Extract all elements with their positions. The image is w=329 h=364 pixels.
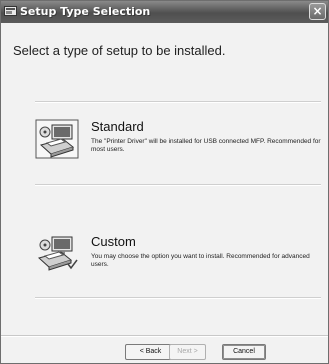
footer-divider <box>1 335 328 337</box>
close-button[interactable]: × <box>309 3 326 20</box>
divider <box>35 184 321 186</box>
title-bar[interactable]: Setup Type Selection × <box>1 1 328 23</box>
setup-app-icon <box>4 6 17 16</box>
option-custom-title: Custom <box>91 234 136 249</box>
option-standard-description: The "Printer Driver" will be installed f… <box>91 138 321 153</box>
printer-setup-custom-icon[interactable] <box>35 234 79 274</box>
page-heading: Select a type of setup to be installed. <box>13 43 226 58</box>
printer-setup-standard-icon[interactable] <box>35 119 79 159</box>
option-standard-title: Standard <box>91 119 144 134</box>
next-button[interactable]: Next > <box>169 344 206 360</box>
cancel-button[interactable]: Cancel <box>222 344 266 360</box>
setup-type-dialog: Setup Type Selection × Select a type of … <box>0 0 329 364</box>
window-title: Setup Type Selection <box>20 5 151 18</box>
divider <box>35 101 321 103</box>
option-custom-description: You may choose the option you want to in… <box>91 253 310 268</box>
divider <box>35 297 321 299</box>
